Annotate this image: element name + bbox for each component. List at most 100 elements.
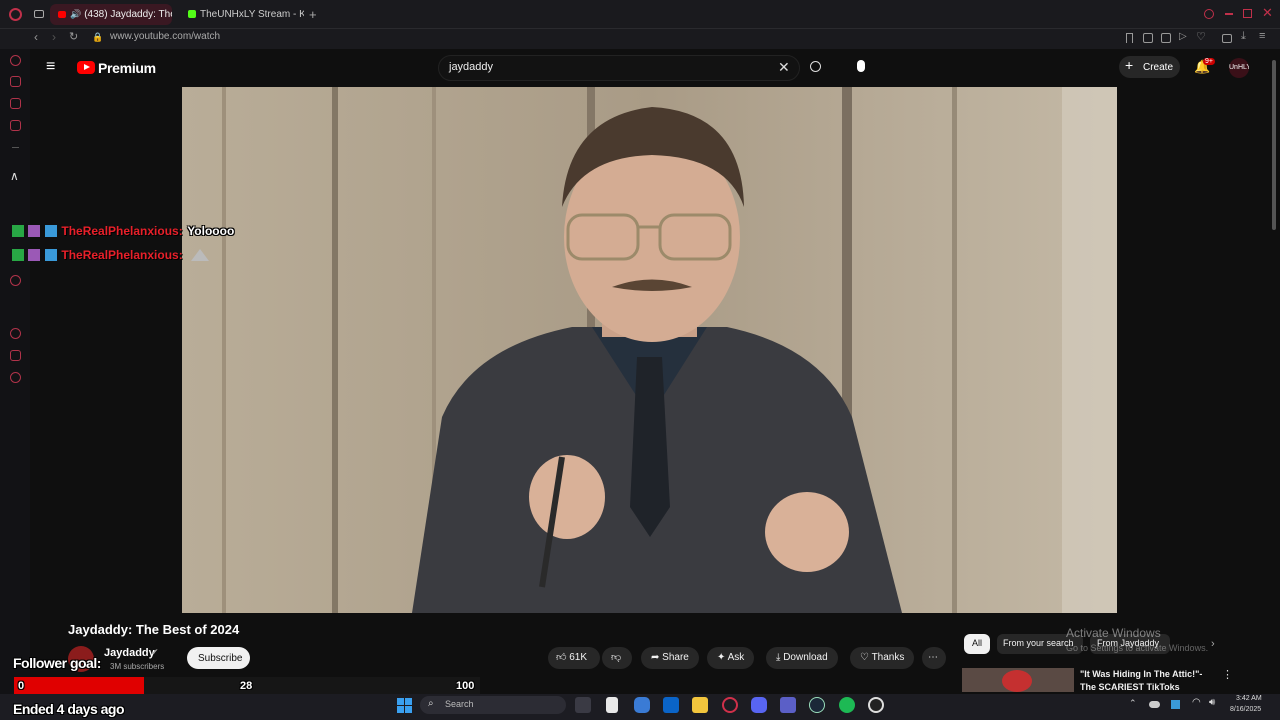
volume-icon[interactable]: 🔊︎	[1209, 697, 1215, 708]
windows-start-icon[interactable]	[397, 698, 412, 713]
channel-name[interactable]: Jaydaddy	[104, 647, 155, 659]
chips-next-icon[interactable]: ›	[1211, 638, 1215, 650]
play-icon[interactable]: ▷	[1179, 31, 1187, 42]
like-button[interactable]: 👍︎ 61K	[548, 647, 600, 669]
sidebar-app-icon[interactable]	[10, 98, 21, 109]
chat-message: TheRealPhelanxious:	[12, 246, 210, 262]
sidebar-app-icon[interactable]	[10, 350, 21, 361]
subscribe-label: Subscribe	[198, 653, 243, 664]
share-icon: ➦	[651, 652, 660, 663]
goal-ended-text: Ended 4 days ago	[13, 701, 125, 717]
related-video-title-line1[interactable]: "It Was Hiding In The Attic!"-	[1080, 669, 1202, 679]
chat-username: TheRealPhelanxious:	[61, 224, 183, 238]
opera-logo-icon[interactable]	[9, 8, 22, 21]
goal-mid-value: 28	[240, 680, 253, 692]
taskbar-search-icon: ⌕	[428, 698, 434, 709]
tray-onedrive-icon[interactable]	[1149, 701, 1160, 708]
follower-goal-fill	[14, 677, 144, 695]
moderator-badge-icon	[12, 248, 24, 261]
outlook-icon[interactable]	[663, 697, 679, 713]
share-button[interactable]: ➦ Share	[641, 647, 699, 669]
plus-icon: +	[1125, 57, 1134, 73]
chip-all-label: All	[972, 638, 983, 648]
file-explorer-icon[interactable]	[692, 697, 708, 713]
sidebar-app-icon[interactable]	[10, 76, 21, 87]
download-arrow-icon: ⤓	[776, 652, 781, 663]
founder-badge-icon	[44, 248, 57, 261]
file-icon[interactable]	[606, 697, 618, 713]
video-player[interactable]	[182, 87, 1117, 613]
tab-search-icon[interactable]	[1204, 9, 1214, 19]
task-view-icon[interactable]	[575, 697, 591, 713]
create-label: Create	[1143, 62, 1174, 73]
clear-search-icon[interactable]: ✕	[778, 59, 790, 76]
maximize-button[interactable]	[1243, 9, 1252, 18]
extension-icon[interactable]	[1161, 33, 1171, 43]
settings-icon[interactable]	[10, 372, 21, 383]
discord-icon[interactable]	[751, 697, 767, 713]
menu-icon[interactable]: ≡	[1259, 30, 1265, 42]
notification-badge: 9+	[1203, 58, 1215, 65]
clock-date[interactable]: 8/16/2025	[1230, 706, 1261, 713]
subscriber-badge-icon	[28, 248, 41, 261]
goal-current-value: 0	[18, 680, 25, 692]
youtube-logo-icon[interactable]	[77, 61, 95, 74]
sidebar-app-icon[interactable]	[10, 120, 21, 131]
tab-kick-label: TheUNHxLY Stream - Kic	[200, 9, 304, 20]
spotify-icon[interactable]	[839, 697, 855, 713]
emote-icon	[191, 248, 210, 261]
ask-button[interactable]: ✦ Ask	[707, 647, 755, 669]
new-tab-button[interactable]: +	[309, 7, 317, 22]
workspace-icon[interactable]	[34, 10, 44, 18]
history-icon[interactable]	[10, 328, 21, 339]
related-video-thumbnail[interactable]	[962, 668, 1074, 692]
more-actions-button[interactable]: ⋯	[922, 647, 946, 669]
wifi-icon[interactable]: ◠	[1192, 697, 1201, 708]
page-scrollbar[interactable]	[1272, 60, 1276, 230]
related-video-menu-icon[interactable]: ⋮	[1222, 668, 1233, 681]
opera-icon[interactable]	[722, 697, 738, 713]
back-icon[interactable]: ‹	[34, 30, 38, 44]
obs-icon[interactable]	[868, 697, 884, 713]
heart-icon[interactable]: ♡	[1196, 30, 1206, 43]
share-label: Share	[662, 652, 689, 663]
tray-app-icon[interactable]	[1171, 700, 1180, 709]
bookmark-icon[interactable]	[1126, 33, 1133, 43]
dislike-button[interactable]: 👎︎	[602, 647, 632, 669]
chip-all[interactable]: All	[964, 634, 990, 654]
close-window-button[interactable]: ✕	[1262, 5, 1273, 21]
url-field[interactable]: www.youtube.com/watch	[110, 31, 220, 42]
search-icon[interactable]	[810, 61, 821, 72]
voice-search-icon[interactable]	[857, 60, 865, 72]
steam-icon[interactable]	[809, 697, 825, 713]
wallet-icon[interactable]	[1222, 34, 1232, 43]
related-video-title-line2[interactable]: The SCARIEST TikToks	[1080, 682, 1180, 692]
forward-icon[interactable]: ›	[52, 30, 56, 44]
snapshot-icon[interactable]	[1143, 33, 1153, 43]
aria-icon[interactable]: ∧	[10, 169, 19, 183]
download-label: Download	[783, 652, 828, 663]
chat-username: TheRealPhelanxious:	[61, 248, 183, 262]
teams-icon[interactable]	[780, 697, 796, 713]
thanks-icon: ♡	[860, 652, 869, 663]
reload-icon[interactable]: ↻	[69, 30, 78, 43]
hamburger-menu-icon[interactable]: ≡	[46, 58, 55, 76]
taskbar-search-box[interactable]	[420, 696, 566, 714]
ellipsis-icon: ⋯	[928, 652, 938, 663]
clock-time[interactable]: 3:42 AM	[1236, 695, 1262, 702]
lock-icon: 🔒	[92, 32, 104, 42]
sidebar-app-icon[interactable]	[10, 275, 21, 286]
download-button[interactable]: ⤓ Download	[766, 647, 838, 669]
thanks-button[interactable]: ♡ Thanks	[850, 647, 915, 669]
tab-youtube[interactable]: 🔊 (438) Jaydaddy: The I	[50, 4, 172, 25]
copilot-icon[interactable]	[634, 697, 650, 713]
minimize-button[interactable]	[1225, 13, 1233, 15]
tray-chevron-icon[interactable]: ⌃	[1129, 698, 1137, 709]
sidebar-app-icon[interactable]	[10, 55, 21, 66]
browser-tab-bar: 🔊 (438) Jaydaddy: The I TheUNHxLY Stream …	[0, 0, 1280, 29]
download-icon[interactable]: ⤓	[1241, 30, 1246, 43]
like-count: 61K	[569, 652, 588, 663]
tab-kick[interactable]: TheUNHxLY Stream - Kic	[180, 4, 304, 25]
search-input[interactable]: jaydaddy	[449, 61, 493, 73]
account-avatar[interactable]: UnHLY	[1229, 58, 1249, 78]
